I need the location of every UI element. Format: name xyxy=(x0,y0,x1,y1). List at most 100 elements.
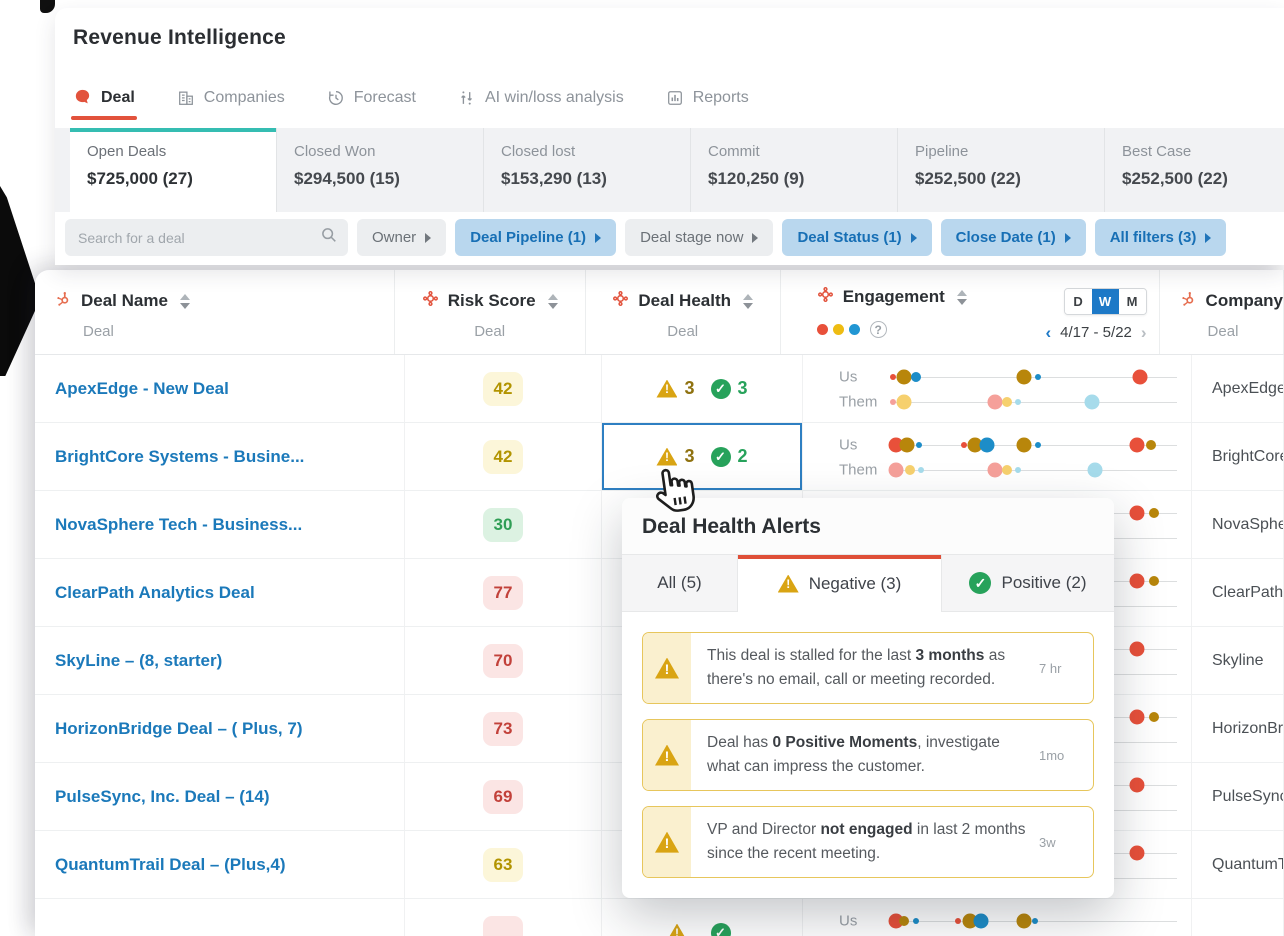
negative-alerts: 3 xyxy=(656,378,695,399)
deal-name-link[interactable]: ClearPath Analytics Deal xyxy=(35,559,405,626)
deal-name-link[interactable] xyxy=(35,899,405,936)
tab-all-alerts[interactable]: All (5) xyxy=(622,555,738,612)
deal-name-link[interactable]: NovaSphere Tech - Business... xyxy=(35,491,405,558)
column-title: Deal Health xyxy=(638,291,731,310)
nav-tab-ai-win-loss-analysis[interactable]: AI win/loss analysis xyxy=(458,89,624,120)
sort-arrows-icon[interactable] xyxy=(956,289,967,305)
summary-card-best-case[interactable]: Best Case $252,500 (22) xyxy=(1105,128,1284,212)
filter-deal-stage-now[interactable]: Deal stage now xyxy=(625,219,774,256)
engagement-dot xyxy=(896,394,912,409)
alert-list: This deal is stalled for the last 3 mont… xyxy=(622,612,1114,898)
period-w[interactable]: W xyxy=(1091,289,1119,314)
risk-score-cell: 30 xyxy=(405,491,602,558)
engagement-dot xyxy=(912,917,919,924)
filter-deal-pipeline-1-[interactable]: Deal Pipeline (1) xyxy=(455,219,617,256)
engagement-dot xyxy=(961,441,967,448)
engagement-dot xyxy=(1016,913,1032,928)
engagement-dot xyxy=(896,369,912,384)
engagement-dot xyxy=(888,462,904,477)
summary-card-commit[interactable]: Commit $120,250 (9) xyxy=(691,128,898,212)
engagement-lane: Us xyxy=(803,908,1191,933)
summary-card-open-deals[interactable]: Open Deals $725,000 (27) xyxy=(70,128,277,212)
engagement-lane: Us xyxy=(803,364,1191,389)
column-header-deal-health[interactable]: Deal Health Deal xyxy=(586,270,781,354)
engagement-dot xyxy=(910,371,921,382)
summary-card-label: Open Deals xyxy=(87,143,167,160)
engagement-dot xyxy=(905,464,916,475)
summary-card-closed-lost[interactable]: Closed lost $153,290 (13) xyxy=(484,128,691,212)
filter-label: Deal Status (1) xyxy=(797,229,902,246)
deal-search[interactable] xyxy=(65,219,348,256)
filter-deal-status-1-[interactable]: Deal Status (1) xyxy=(782,219,932,256)
deal-health-cell[interactable]: 33 xyxy=(602,355,803,422)
lane-label: Us xyxy=(839,368,858,385)
deal-name-link[interactable]: ApexEdge - New Deal xyxy=(35,355,405,422)
deal-name-link[interactable]: QuantumTrail Deal – (Plus,4) xyxy=(35,831,405,898)
risk-score-badge: 30 xyxy=(483,507,523,542)
prev-range-chevron-icon[interactable]: ‹ xyxy=(1045,324,1051,341)
filter-label: All filters (3) xyxy=(1109,229,1197,246)
column-header-risk-score[interactable]: Risk Score Deal xyxy=(395,270,586,354)
column-header-engagement[interactable]: Engagement ? DWM ‹ 4/17 - 5/22 › xyxy=(781,270,1160,354)
column-header-company[interactable]: Company Deal xyxy=(1160,270,1284,354)
filter-close-date-1-[interactable]: Close Date (1) xyxy=(940,219,1086,256)
engagement-legend: ? xyxy=(816,321,967,338)
risk-score-badge: 63 xyxy=(483,847,523,882)
deal-name-link[interactable]: BrightCore Systems - Busine... xyxy=(35,423,405,490)
tab-positive-alerts[interactable]: Positive (2) xyxy=(942,555,1114,612)
column-header-deal-name[interactable]: Deal Name Deal xyxy=(35,270,395,354)
next-range-chevron-icon[interactable]: › xyxy=(1141,324,1147,341)
nav-tab-label: Forecast xyxy=(353,89,416,106)
deal-name-link[interactable]: PulseSync, Inc. Deal – (14) xyxy=(35,763,405,830)
company-cell: BrightCore xyxy=(1192,423,1284,490)
filter-label: Owner xyxy=(372,229,417,246)
period-toggle[interactable]: DWM xyxy=(1063,288,1147,315)
help-icon[interactable]: ? xyxy=(869,321,887,338)
risk-score-badge: 69 xyxy=(483,779,523,814)
company-cell: PulseSync xyxy=(1192,763,1284,830)
filter-all-filters-3-[interactable]: All filters (3) xyxy=(1094,219,1227,256)
caret-right-icon xyxy=(425,232,432,243)
period-m[interactable]: M xyxy=(1118,289,1146,314)
alert-card: This deal is stalled for the last 3 mont… xyxy=(642,632,1094,705)
tab-negative-alerts[interactable]: Negative (3) xyxy=(738,555,942,612)
positive-alerts xyxy=(710,922,738,936)
nav-tab-reports[interactable]: Reports xyxy=(666,89,749,120)
engagement-dot xyxy=(1034,441,1041,448)
search-input[interactable] xyxy=(78,229,320,246)
negative-count: 3 xyxy=(684,378,695,398)
deal-name-link[interactable]: SkyLine – (8, starter) xyxy=(35,627,405,694)
summary-card-value: $252,500 (22) xyxy=(1122,169,1228,188)
summary-card-closed-won[interactable]: Closed Won $294,500 (15) xyxy=(277,128,484,212)
sort-arrows-icon[interactable] xyxy=(743,293,753,309)
lane-label: Them xyxy=(839,461,878,478)
summary-card-pipeline[interactable]: Pipeline $252,500 (22) xyxy=(898,128,1105,212)
deal-health-cell[interactable]: 32 xyxy=(602,423,803,490)
risk-score-badge: 70 xyxy=(483,643,523,678)
tab-label: Positive (2) xyxy=(1001,573,1087,592)
nav-tab-companies[interactable]: Companies xyxy=(177,89,285,120)
summary-card-value: $725,000 (27) xyxy=(87,169,193,188)
nav-tab-deal[interactable]: Deal xyxy=(71,88,137,120)
caret-right-icon xyxy=(595,232,602,243)
engagement-dot xyxy=(899,915,910,926)
risk-score-badge: 42 xyxy=(483,439,523,474)
deal-name-link[interactable]: HorizonBridge Deal – ( Plus, 7) xyxy=(35,695,405,762)
nav-tab-forecast[interactable]: Forecast xyxy=(327,89,416,120)
hubspot-icon xyxy=(1180,290,1197,312)
hubspot-icon xyxy=(55,290,72,312)
gong-icon xyxy=(817,286,834,308)
period-d[interactable]: D xyxy=(1064,289,1092,314)
engagement-dot xyxy=(1016,369,1032,384)
filter-owner[interactable]: Owner xyxy=(357,219,447,256)
sort-arrows-icon[interactable] xyxy=(547,293,558,309)
sort-arrows-icon[interactable] xyxy=(179,293,190,309)
engagement-dot xyxy=(987,394,1003,409)
alert-card: VP and Director not engaged in last 2 mo… xyxy=(642,806,1094,879)
table-row: ApexEdge - New Deal4233UsThemApexEdge xyxy=(35,355,1284,423)
engagement-dot xyxy=(1014,398,1021,405)
alert-card: Deal has 0 Positive Moments, investigate… xyxy=(642,719,1094,792)
backdrop-shape xyxy=(0,186,38,376)
engagement-dot xyxy=(1084,394,1100,409)
deal-health-cell[interactable] xyxy=(602,899,803,936)
